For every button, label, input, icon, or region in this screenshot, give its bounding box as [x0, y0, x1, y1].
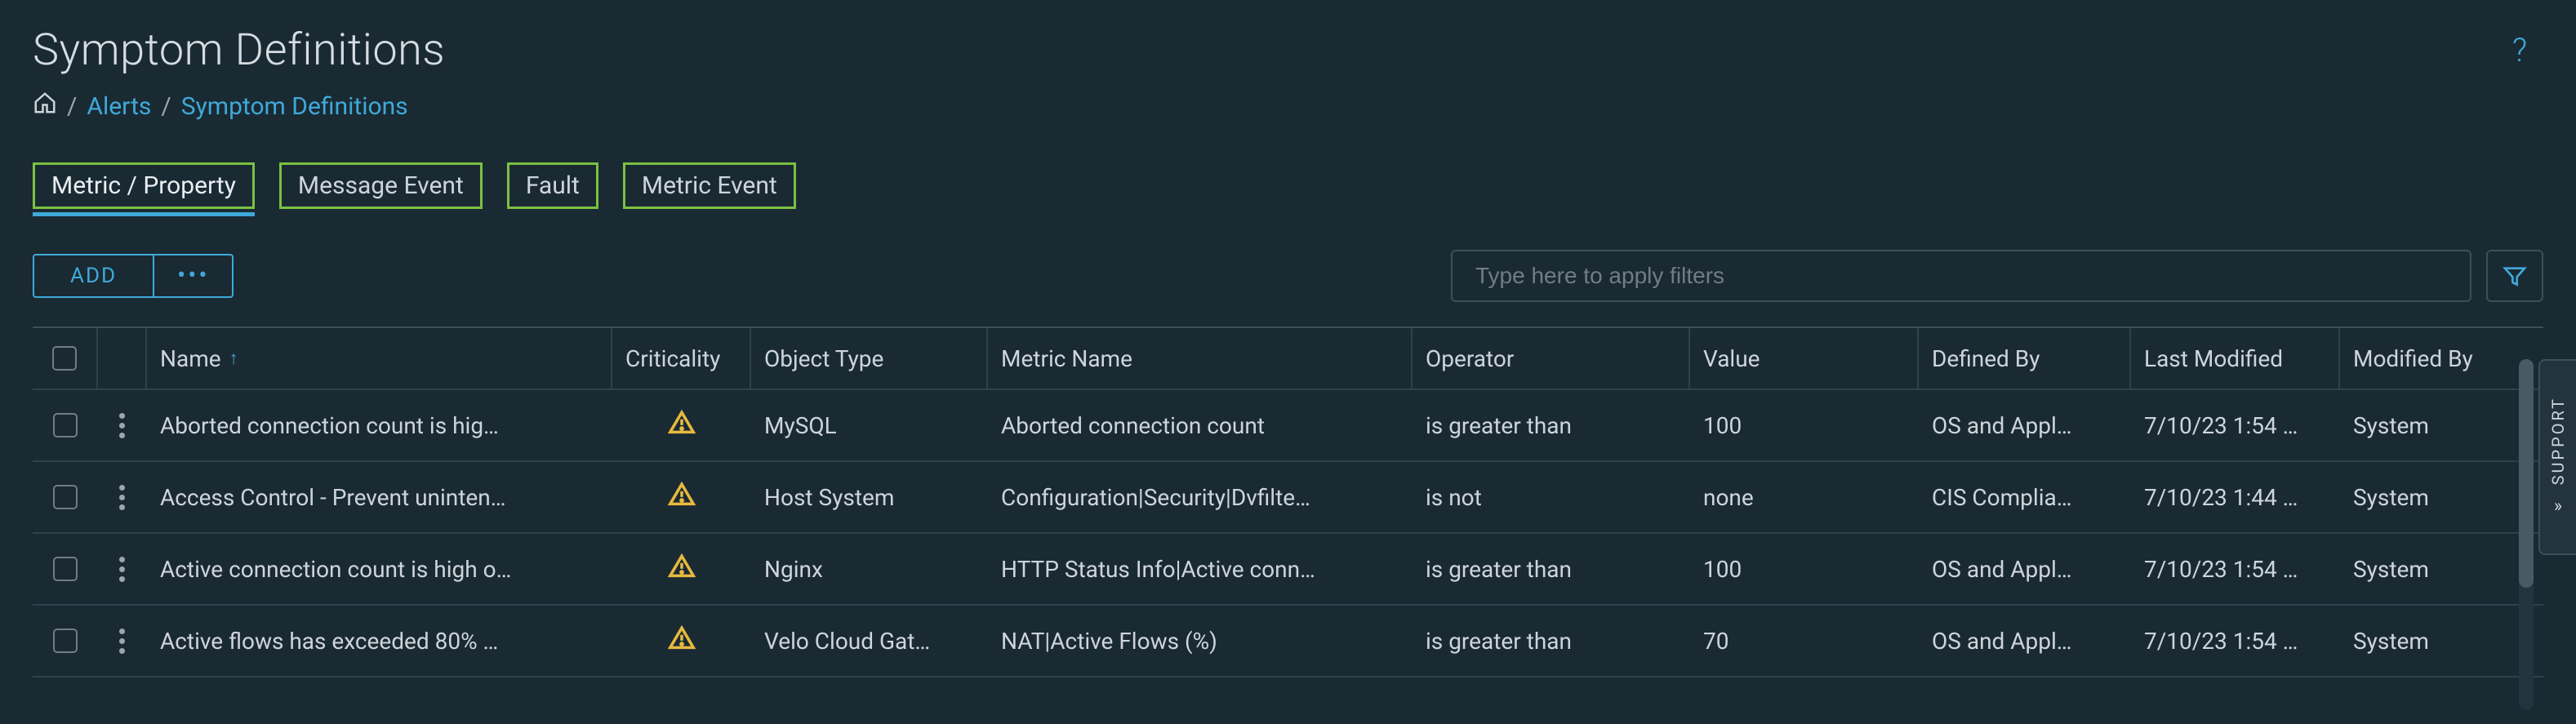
tab-metric-event[interactable]: Metric Event [623, 162, 796, 209]
tab-message-event[interactable]: Message Event [279, 162, 483, 209]
sort-asc-icon: ↑ [229, 348, 238, 369]
select-all-checkbox[interactable] [52, 346, 77, 371]
warning-icon [668, 624, 696, 658]
cell-name: Active connection count is high o… [147, 556, 612, 583]
col-defined-by[interactable]: Defined By [1919, 328, 2131, 389]
cell-defined-by: OS and Appl… [1919, 412, 2131, 439]
table-header-row: Name ↑ Criticality Object Type Metric Na… [33, 328, 2543, 390]
cell-modified-by: System [2340, 628, 2543, 655]
cell-object-type: Nginx [751, 556, 988, 583]
breadcrumb-separator: / [161, 92, 171, 121]
col-operator[interactable]: Operator [1413, 328, 1690, 389]
add-button[interactable]: ADD [34, 255, 154, 296]
cell-object-type: Host System [751, 484, 988, 511]
home-icon[interactable] [33, 91, 57, 122]
cell-criticality [612, 481, 751, 514]
col-criticality[interactable]: Criticality [612, 328, 751, 389]
breadcrumb-alerts[interactable]: Alerts [87, 92, 151, 121]
row-menu-icon[interactable] [119, 413, 126, 438]
row-menu-icon[interactable] [119, 557, 126, 582]
cell-name: Access Control - Prevent uninten… [147, 484, 612, 511]
scrollbar-thumb[interactable] [2519, 359, 2534, 588]
help-icon[interactable]: ? [2512, 31, 2543, 69]
cell-operator: is not [1413, 484, 1690, 511]
vertical-scrollbar[interactable] [2519, 359, 2534, 710]
row-menu-icon[interactable] [119, 485, 126, 510]
cell-value: none [1690, 484, 1919, 511]
filter-input[interactable] [1451, 250, 2471, 302]
breadcrumb: / Alerts / Symptom Definitions [33, 91, 2543, 122]
col-object-type[interactable]: Object Type [751, 328, 988, 389]
cell-defined-by: OS and Appl… [1919, 628, 2131, 655]
warning-icon [668, 409, 696, 442]
cell-operator: is greater than [1413, 412, 1690, 439]
breadcrumb-current[interactable]: Symptom Definitions [181, 92, 408, 121]
cell-metric-name: Configuration|Security|Dvfilte… [988, 484, 1413, 511]
more-actions-button[interactable]: ••• [154, 255, 232, 296]
cell-metric-name: HTTP Status Info|Active conn… [988, 556, 1413, 583]
col-metric-name[interactable]: Metric Name [988, 328, 1413, 389]
tab-metric-property[interactable]: Metric / Property [33, 162, 255, 209]
table-row[interactable]: Aborted connection count is hig… MySQLAbo… [33, 390, 2543, 462]
cell-last-modified: 7/10/23 1:44 … [2131, 484, 2340, 511]
cell-criticality [612, 553, 751, 586]
cell-value: 70 [1690, 628, 1919, 655]
cell-criticality [612, 624, 751, 658]
cell-modified-by: System [2340, 484, 2543, 511]
col-name-label: Name [160, 345, 221, 372]
row-checkbox[interactable] [53, 629, 78, 653]
cell-metric-name: NAT|Active Flows (%) [988, 628, 1413, 655]
cell-last-modified: 7/10/23 1:54 … [2131, 628, 2340, 655]
cell-object-type: Velo Cloud Gat… [751, 628, 988, 655]
table-row[interactable]: Active connection count is high o… NginxH… [33, 534, 2543, 606]
cell-value: 100 [1690, 412, 1919, 439]
row-menu-icon[interactable] [119, 629, 126, 654]
cell-modified-by: System [2340, 412, 2543, 439]
col-value[interactable]: Value [1690, 328, 1919, 389]
support-label: SUPPORT [2548, 397, 2568, 485]
cell-name: Active flows has exceeded 80% … [147, 628, 612, 655]
row-checkbox[interactable] [53, 557, 78, 581]
cell-last-modified: 7/10/23 1:54 … [2131, 556, 2340, 583]
table-row[interactable]: Access Control - Prevent uninten… Host Sy… [33, 462, 2543, 534]
tabs: Metric / Property Message Event Fault Me… [33, 162, 2543, 209]
row-checkbox[interactable] [53, 485, 78, 509]
warning-icon [668, 553, 696, 586]
col-last-modified[interactable]: Last Modified [2131, 328, 2340, 389]
cell-modified-by: System [2340, 556, 2543, 583]
cell-criticality [612, 409, 751, 442]
cell-operator: is greater than [1413, 628, 1690, 655]
cell-defined-by: CIS Complia… [1919, 484, 2131, 511]
cell-defined-by: OS and Appl… [1919, 556, 2131, 583]
cell-value: 100 [1690, 556, 1919, 583]
support-tab[interactable]: SUPPORT « [2538, 359, 2576, 555]
filter-icon[interactable] [2486, 250, 2543, 302]
row-checkbox[interactable] [53, 413, 78, 438]
cell-name: Aborted connection count is hig… [147, 412, 612, 439]
col-name[interactable]: Name ↑ [147, 328, 612, 389]
table-row[interactable]: Active flows has exceeded 80% … Velo Clou… [33, 606, 2543, 677]
cell-operator: is greater than [1413, 556, 1690, 583]
breadcrumb-separator: / [67, 92, 77, 121]
col-modified-by[interactable]: Modified By [2340, 328, 2543, 389]
cell-last-modified: 7/10/23 1:54 … [2131, 412, 2340, 439]
cell-object-type: MySQL [751, 412, 988, 439]
page-title: Symptom Definitions [33, 24, 445, 76]
symptom-table: Name ↑ Criticality Object Type Metric Na… [33, 326, 2543, 677]
tab-fault[interactable]: Fault [507, 162, 598, 209]
action-button-group: ADD ••• [33, 254, 234, 298]
cell-metric-name: Aborted connection count [988, 412, 1413, 439]
warning-icon [668, 481, 696, 514]
chevron-left-icon: « [2554, 497, 2562, 517]
